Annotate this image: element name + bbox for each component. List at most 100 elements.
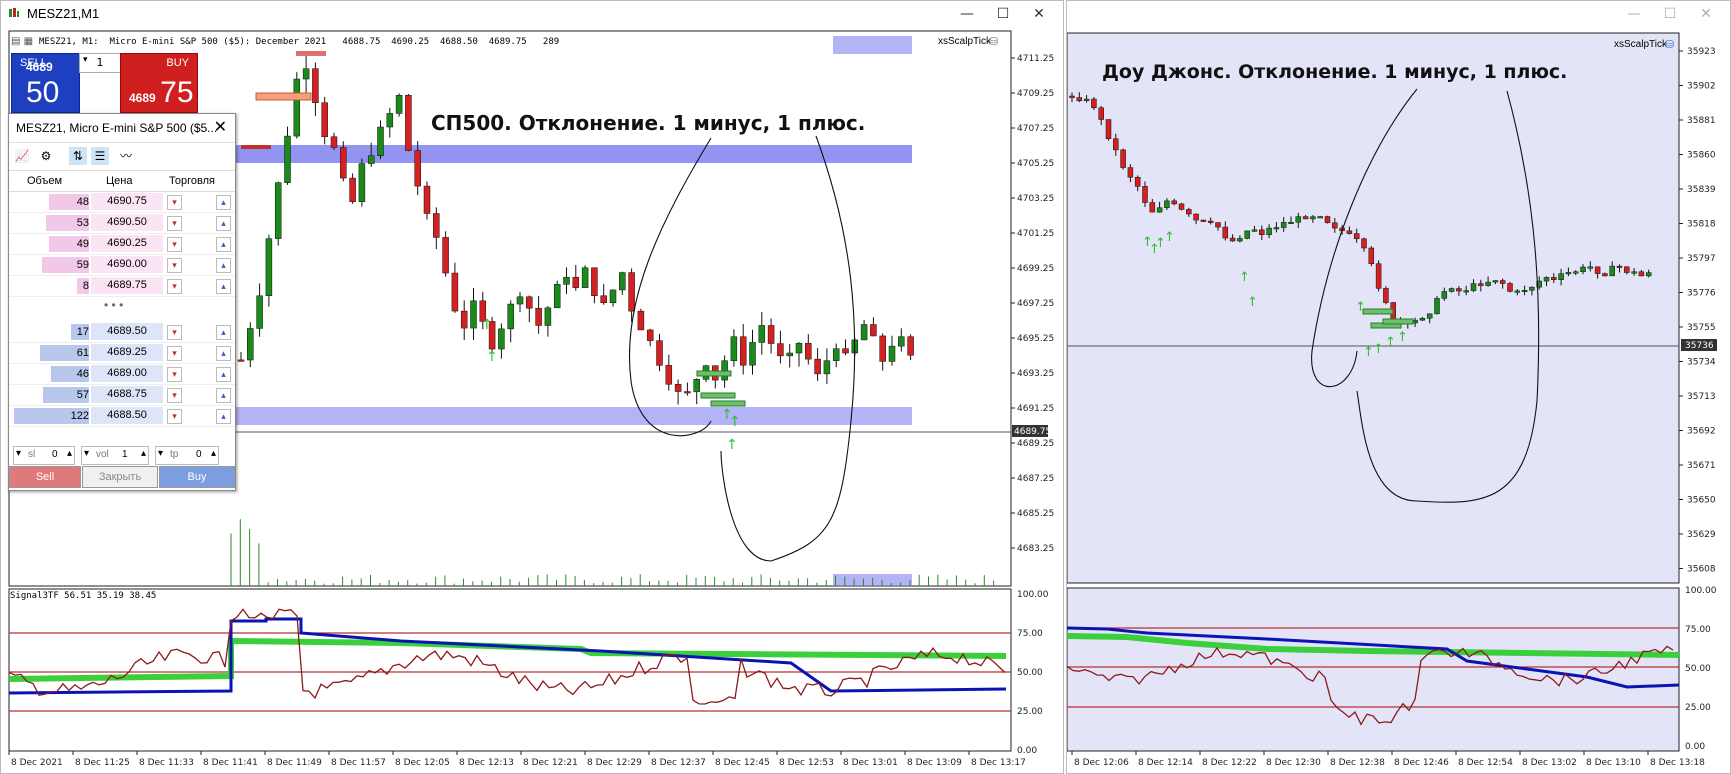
buy-limit-icon[interactable]: ▴: [216, 409, 231, 424]
candle-body: [1083, 98, 1090, 102]
time-tick-label: 8 Dec 12:22: [1202, 758, 1257, 768]
candle-body: [1156, 207, 1163, 213]
dom-close-icon[interactable]: ✕: [214, 117, 227, 137]
sub-tick-label: 100.00: [1685, 586, 1717, 596]
buy-button[interactable]: BUY 4689 75: [120, 53, 198, 113]
buy-limit-icon[interactable]: ▴: [216, 325, 231, 340]
time-tick-label: 8 Dec 13:17: [971, 758, 1026, 768]
sl-field[interactable]: ▾ sl 0 ▴: [13, 446, 75, 465]
candle-body: [1273, 227, 1280, 230]
candle-body: [1193, 213, 1199, 221]
price-tick-label: 35902: [1687, 82, 1716, 92]
indicator-label: xsScalpTick: [938, 36, 991, 47]
candle-body: [1375, 263, 1382, 289]
candle-body: [1580, 266, 1586, 272]
buy-limit-icon[interactable]: ▴: [216, 258, 231, 273]
candle-body: [1514, 290, 1521, 293]
dom-buy-button[interactable]: Buy: [159, 466, 235, 488]
candle-body: [507, 303, 514, 330]
buy-limit-icon[interactable]: ▴: [216, 237, 231, 252]
price-tick-label: 35755: [1687, 323, 1716, 333]
dom-bid-row[interactable]: 57 4688.75 ▾ ▴: [9, 385, 235, 406]
buy-limit-icon[interactable]: ▴: [216, 367, 231, 382]
candle-body: [349, 177, 356, 202]
sell-limit-icon[interactable]: ▾: [167, 258, 182, 273]
candle-body: [1419, 317, 1426, 321]
candle-body: [330, 136, 338, 148]
time-tick-label: 8 Dec 12:21: [523, 758, 578, 768]
candle-body: [1609, 265, 1615, 277]
dom-ask-row[interactable]: 49 4690.25 ▾ ▴: [9, 234, 235, 255]
sub-plot-area: [8, 588, 1012, 752]
price-tick-label: 4707.25: [1017, 124, 1054, 134]
dom-price: 4688.75: [91, 386, 163, 403]
candle-body: [879, 335, 886, 362]
dom-ask-row[interactable]: 53 4690.50 ▾ ▴: [9, 213, 235, 234]
dom-bid-row[interactable]: 61 4689.25 ▾ ▴: [9, 343, 235, 364]
candle-body: [1251, 229, 1258, 232]
price-tick-label: 35818: [1687, 220, 1716, 230]
candle-body: [1142, 186, 1148, 203]
sell-limit-icon[interactable]: ▾: [167, 325, 182, 340]
dom-close-position-button[interactable]: Закрыть: [82, 466, 158, 488]
candle-body: [628, 272, 635, 312]
dom-price: 4690.00: [91, 256, 163, 273]
buy-limit-icon[interactable]: ▴: [216, 388, 231, 403]
candle-body: [1207, 220, 1214, 223]
candle-body: [646, 329, 654, 341]
dom-ask-row[interactable]: 48 4690.75 ▾ ▴: [9, 192, 235, 213]
vol-field[interactable]: ▾ vol 1 ▴: [81, 446, 149, 465]
buy-limit-icon[interactable]: ▴: [216, 195, 231, 210]
sub-tick-label: 50.00: [1017, 668, 1043, 678]
candle-body: [777, 343, 784, 357]
sell-limit-icon[interactable]: ▾: [167, 216, 182, 231]
time-tick-label: 8 Dec 11:33: [139, 758, 194, 768]
candle-body: [1383, 288, 1389, 303]
sell-limit-icon[interactable]: ▾: [167, 346, 182, 361]
right-price-chart[interactable]: 35923 35902 35881 35860 35839 35818 35797 35776…: [1067, 1, 1731, 774]
resistance-zone: [236, 145, 912, 163]
dom-bid-row[interactable]: 122 4688.50 ▾ ▴: [9, 406, 235, 427]
dom-bid-row[interactable]: 17 4689.50 ▾ ▴: [9, 322, 235, 343]
sell-limit-icon[interactable]: ▾: [167, 279, 182, 294]
sell-button[interactable]: SELL 4689 50: [11, 53, 80, 113]
dom-price: 4688.50: [91, 407, 163, 424]
dom-ask-row[interactable]: 8 4689.75 ▾ ▴: [9, 276, 235, 297]
candle-body: [358, 163, 366, 202]
dom-volume: 61: [76, 347, 89, 359]
price-tick-label: 4691.25: [1017, 404, 1054, 414]
candle-body: [321, 102, 328, 137]
dom-sell-button[interactable]: Sell: [9, 466, 81, 488]
chart-icon[interactable]: 📈: [13, 147, 31, 165]
sell-limit-icon[interactable]: ▾: [167, 388, 182, 403]
chart-annotation: Доу Джонс. Отклонение. 1 минус, 1 плюс.: [1102, 61, 1568, 83]
candle-body: [814, 358, 821, 375]
trade-header: Торговля: [169, 175, 215, 187]
signal-box: [710, 400, 746, 407]
sort-icon[interactable]: ⇅: [69, 147, 87, 165]
sell-limit-icon[interactable]: ▾: [167, 367, 182, 382]
buy-limit-icon[interactable]: ▴: [216, 216, 231, 231]
center-icon[interactable]: ☰: [91, 147, 109, 165]
candle-body: [1368, 247, 1375, 264]
subwindow-label: Signal3TF 56.51 35.19 38.45: [10, 591, 157, 601]
graph-icon[interactable]: 〰: [117, 147, 135, 165]
sell-limit-icon[interactable]: ▾: [167, 409, 182, 424]
tp-field[interactable]: ▾ tp 0 ▴: [155, 446, 219, 465]
sell-limit-icon[interactable]: ▾: [167, 237, 182, 252]
candle-body: [433, 213, 440, 238]
candle-body: [749, 342, 756, 366]
dom-titlebar[interactable]: MESZ21, Micro E-mini S&P 500 ($5... ✕: [9, 114, 235, 143]
dom-bid-row[interactable]: 46 4689.00 ▾ ▴: [9, 364, 235, 385]
sell-limit-icon[interactable]: ▾: [167, 195, 182, 210]
settings-icon[interactable]: ⚙: [37, 147, 55, 165]
buy-limit-icon[interactable]: ▴: [216, 279, 231, 294]
sub-tick-label: 50.00: [1685, 664, 1711, 674]
candle-body: [730, 336, 738, 361]
time-tick-label: 8 Dec 12:37: [651, 758, 706, 768]
dom-ask-row[interactable]: 59 4690.00 ▾ ▴: [9, 255, 235, 276]
candle-body: [386, 113, 394, 128]
candle-body: [1616, 265, 1623, 268]
buy-limit-icon[interactable]: ▴: [216, 346, 231, 361]
candle-body: [293, 78, 301, 137]
